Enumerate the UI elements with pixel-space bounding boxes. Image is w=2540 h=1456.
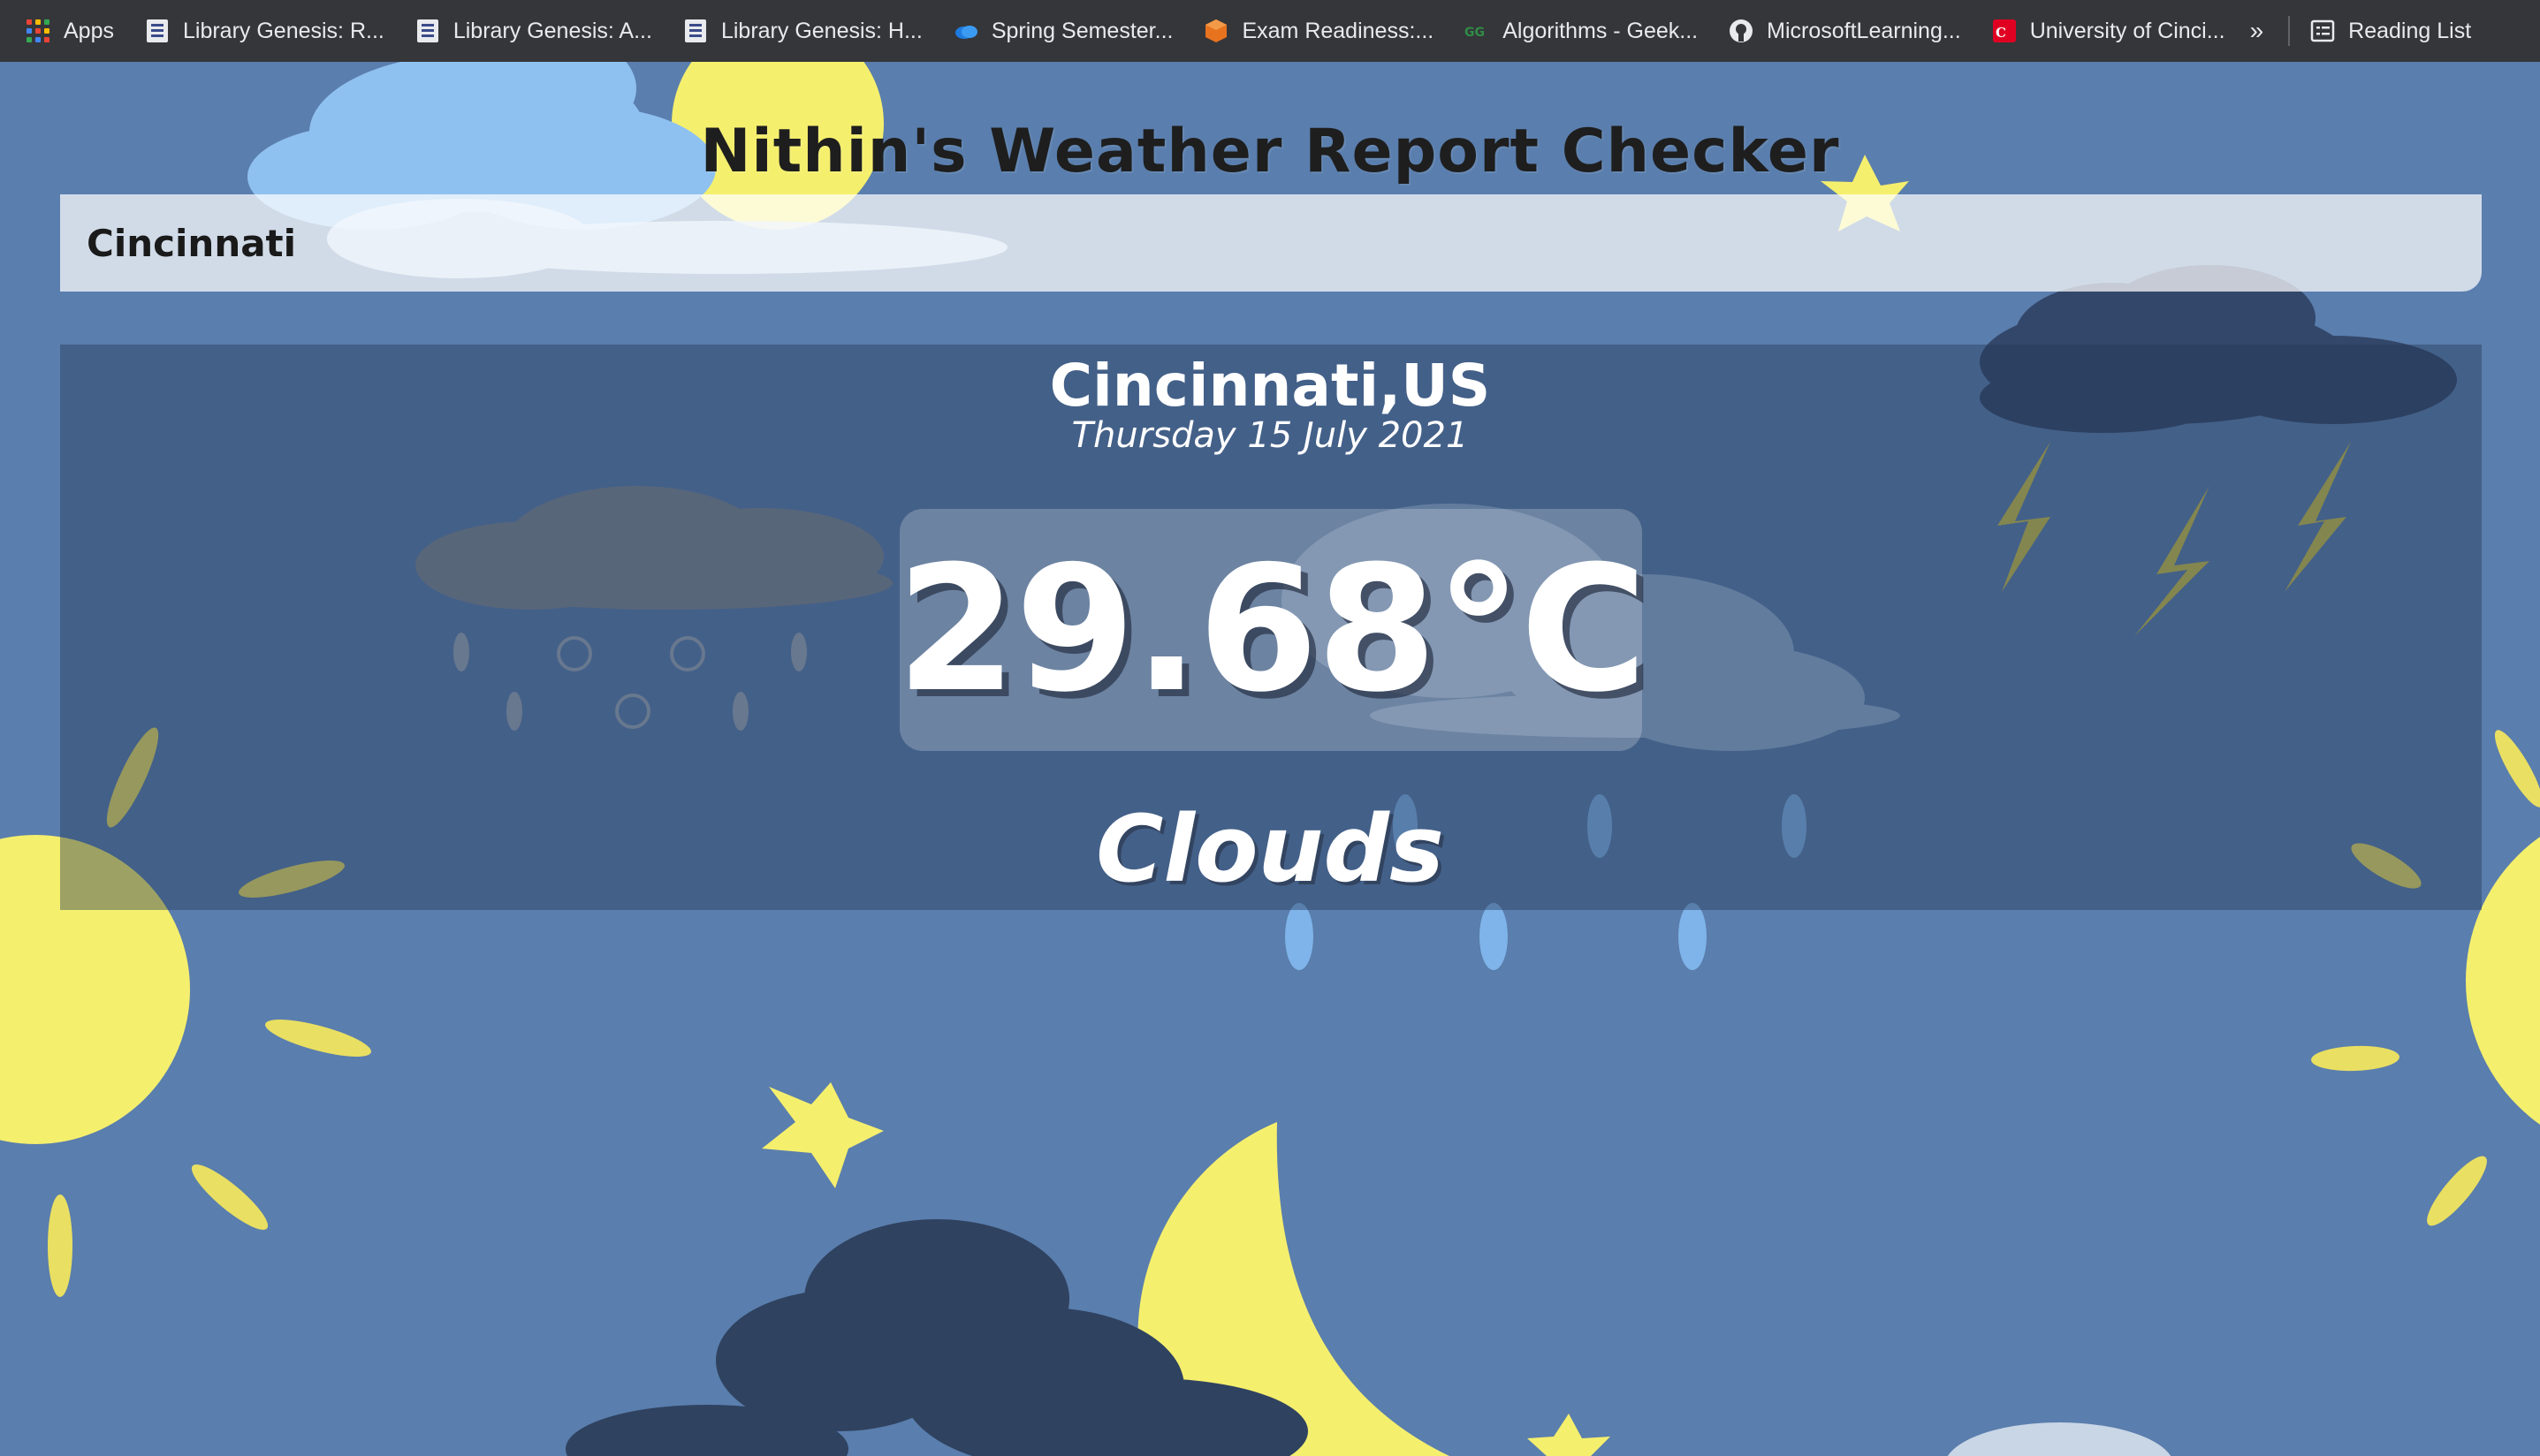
apps-grid-icon xyxy=(25,18,51,44)
library-genesis-icon xyxy=(416,19,438,42)
bookmark-label: Spring Semester... xyxy=(991,18,1174,43)
reading-list-button[interactable]: Reading List xyxy=(2309,8,2471,54)
bookmark-library-genesis-r[interactable]: Library Genesis: R... xyxy=(144,8,384,54)
bookmark-apps[interactable]: Apps xyxy=(25,8,114,54)
temperature-value: 29.68°C xyxy=(896,529,1647,731)
svg-text:GG: GG xyxy=(1464,26,1485,40)
bookmark-label: Exam Readiness:... xyxy=(1242,18,1434,43)
page-title: Nithin's Weather Report Checker xyxy=(700,117,1840,186)
bookmarks-divider xyxy=(2288,16,2291,46)
reading-list-label: Reading List xyxy=(2348,18,2472,43)
github-icon xyxy=(1730,19,1753,42)
uc-logo-icon: C xyxy=(1992,19,2016,42)
search-input[interactable] xyxy=(60,194,2482,292)
onedrive-cloud-icon xyxy=(954,26,977,39)
bookmarks-overflow-button[interactable]: » xyxy=(2250,17,2264,45)
temperature-box: 29.68°C xyxy=(896,509,1647,751)
bookmark-label: Apps xyxy=(64,18,114,43)
svg-text:C: C xyxy=(1996,25,2006,41)
geeksforgeeks-icon: GG xyxy=(1464,26,1485,40)
bookmark-library-genesis-h[interactable]: Library Genesis: H... xyxy=(682,8,923,54)
library-genesis-icon xyxy=(684,19,706,42)
bookmarks-bar: Apps Library Genesis: R... Library Genes… xyxy=(0,0,2540,62)
bookmark-label: MicrosoftLearning... xyxy=(1767,18,1961,43)
location-label: Cincinnati,US xyxy=(1049,352,1491,420)
bookmark-label: Algorithms - Geek... xyxy=(1502,18,1699,43)
bookmark-microsoft-learning[interactable]: MicrosoftLearning... xyxy=(1728,8,1961,54)
bookmark-exam-readiness[interactable]: Exam Readiness:... xyxy=(1203,8,1434,54)
library-genesis-icon xyxy=(146,19,168,42)
bookmark-library-genesis-a[interactable]: Library Genesis: A... xyxy=(414,8,652,54)
bookmark-algorithms-geeks[interactable]: GG Algorithms - Geek... xyxy=(1464,8,1698,54)
bookmark-label: Library Genesis: H... xyxy=(720,18,923,43)
bookmark-spring-semester[interactable]: Spring Semester... xyxy=(953,8,1174,54)
date-label: Thursday 15 July 2021 xyxy=(1071,415,1469,456)
bookmark-university-of-cincinnati[interactable]: C University of Cinci... xyxy=(1991,8,2225,54)
aws-cube-icon xyxy=(1205,19,1228,42)
bookmark-label: Library Genesis: R... xyxy=(182,18,384,43)
weather-condition: Clouds xyxy=(1096,795,1444,903)
bookmark-label: Library Genesis: A... xyxy=(452,18,652,43)
reading-list-icon xyxy=(2310,19,2335,42)
bookmark-label: University of Cinci... xyxy=(2029,18,2225,43)
